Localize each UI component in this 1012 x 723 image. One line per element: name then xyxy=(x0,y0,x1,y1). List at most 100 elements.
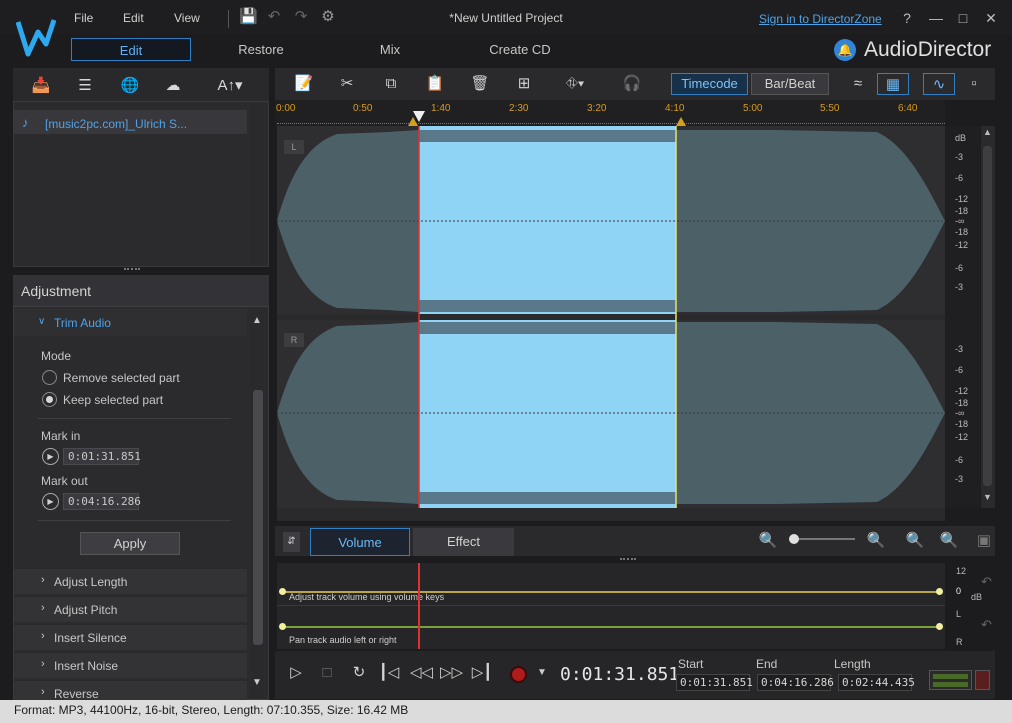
scroll-down-arrow-icon[interactable]: ▼ xyxy=(983,492,992,502)
section-adjust-pitch[interactable]: › Adjust Pitch xyxy=(14,596,247,622)
sort-text-icon[interactable]: A↑▾ xyxy=(213,76,247,96)
copy-icon[interactable]: ⧉ xyxy=(379,73,403,95)
section-reverse[interactable]: › Reverse xyxy=(14,680,247,700)
adjustment-title: Adjustment xyxy=(21,283,92,299)
scroll-down-arrow-icon[interactable]: ▼ xyxy=(252,677,262,688)
library-scrollbar[interactable] xyxy=(251,104,263,264)
playlist-icon[interactable]: ☰ xyxy=(72,76,98,96)
db-tick: -12 xyxy=(955,194,969,204)
close-button[interactable]: ✕ xyxy=(982,10,1000,26)
skip-to-start-icon[interactable]: ┃◁ xyxy=(378,662,400,684)
scroll-up-arrow-icon[interactable]: ▲ xyxy=(983,127,992,137)
playhead-handle[interactable] xyxy=(413,111,425,122)
repeat-icon[interactable]: ↻ xyxy=(348,662,370,684)
waveform-h-scrollbar[interactable] xyxy=(277,508,945,521)
length-time-field[interactable]: 0:02:44.435 xyxy=(838,674,915,691)
tab-mix[interactable]: Mix xyxy=(330,38,450,61)
barbeat-toggle[interactable]: Bar/Beat xyxy=(751,73,829,95)
import-media-icon[interactable]: 📥 xyxy=(28,76,54,96)
zoom-in-time-icon[interactable]: 🔍 xyxy=(864,530,888,552)
apply-button[interactable]: Apply xyxy=(80,532,180,555)
adjustment-scroll-thumb[interactable] xyxy=(253,390,263,645)
play-mark-in-icon[interactable]: ▶ xyxy=(42,448,59,465)
spectrum-icon[interactable]: ▫ xyxy=(958,73,990,95)
tab-volume[interactable]: Volume xyxy=(310,528,410,556)
cut-icon[interactable]: ✂ xyxy=(335,73,359,95)
listen-monitor-icon[interactable]: 🎧 xyxy=(617,73,647,95)
zoom-fit-icon[interactable]: ▣ xyxy=(972,530,996,552)
pan-scale-tick: R xyxy=(956,637,963,647)
stop-icon[interactable]: □ xyxy=(316,662,338,684)
waveform-area[interactable] xyxy=(277,126,945,508)
db-tick: -6 xyxy=(955,455,964,465)
ruler-tick: 0:00 xyxy=(276,103,296,114)
crop-icon[interactable]: ⊞ xyxy=(512,73,536,95)
mark-out-field[interactable]: 0:04:16.286 xyxy=(63,493,141,510)
globe-download-icon[interactable]: 🌐 xyxy=(117,76,143,96)
mark-in-field[interactable]: 0:01:31.851 xyxy=(63,448,141,465)
scroll-up-arrow-icon[interactable]: ▲ xyxy=(252,315,262,326)
chevron-right-icon: › xyxy=(41,574,45,586)
tab-restore[interactable]: Restore xyxy=(201,38,321,61)
zoom-out-amplitude-icon[interactable]: 🔍 xyxy=(903,530,927,552)
section-insert-silence[interactable]: › Insert Silence xyxy=(14,624,247,650)
save-icon[interactable]: 💾 xyxy=(239,8,258,26)
maximize-button[interactable]: □ xyxy=(954,10,972,26)
volume-key-end[interactable] xyxy=(936,588,943,595)
play-mark-out-icon[interactable]: ▶ xyxy=(42,493,59,510)
cloud-icon[interactable]: ☁ xyxy=(160,76,186,96)
reset-volume-icon[interactable]: ↶ xyxy=(981,574,992,590)
sign-in-link[interactable]: Sign in to DirectorZone xyxy=(759,12,882,26)
panel-resize-handle[interactable] xyxy=(620,558,636,561)
trim-audio-section-header[interactable] xyxy=(14,309,247,336)
radio-keep-selected-label[interactable]: Keep selected part xyxy=(63,393,163,407)
skip-to-end-icon[interactable]: ▷┃ xyxy=(471,662,493,684)
collapse-panel-icon[interactable]: ⇵ xyxy=(283,532,300,552)
zoom-slider-knob[interactable] xyxy=(789,534,799,544)
panel-resize-handle[interactable] xyxy=(124,268,140,272)
divider xyxy=(38,520,231,521)
fast-forward-icon[interactable]: ▷▷ xyxy=(440,662,463,684)
timecode-toggle[interactable]: Timecode xyxy=(671,73,748,95)
rewind-icon[interactable]: ◁◁ xyxy=(410,662,433,684)
help-button[interactable]: ? xyxy=(898,10,916,26)
tab-edit[interactable]: Edit xyxy=(71,38,191,61)
volume-key-start[interactable] xyxy=(279,588,286,595)
spectral-view-icon[interactable]: ▦ xyxy=(877,73,909,95)
menu-file[interactable]: File xyxy=(74,11,93,25)
end-time-field[interactable]: 0:04:16.286 xyxy=(757,674,834,691)
pan-key-end[interactable] xyxy=(936,623,943,630)
play-icon[interactable]: ▷ xyxy=(285,662,307,684)
menu-edit[interactable]: Edit xyxy=(123,11,144,25)
pan-envelope-line[interactable] xyxy=(282,626,940,628)
pan-key-start[interactable] xyxy=(279,623,286,630)
reset-pan-icon[interactable]: ↶ xyxy=(981,617,992,633)
radio-keep-selected[interactable] xyxy=(42,392,57,407)
marker-dropdown-icon[interactable]: ⛗▾ xyxy=(557,73,593,95)
tab-create-cd[interactable]: Create CD xyxy=(460,38,580,61)
notification-bell-icon[interactable]: 🔔 xyxy=(834,39,856,61)
edit-properties-icon[interactable]: 📝 xyxy=(292,73,316,95)
tab-effect[interactable]: Effect xyxy=(413,528,514,556)
delete-trash-icon[interactable]: 🗑 xyxy=(468,73,492,95)
section-insert-noise[interactable]: › Insert Noise xyxy=(14,652,247,678)
redo-icon[interactable]: ↷ xyxy=(292,8,310,26)
settings-gear-icon[interactable]: ⚙ xyxy=(319,8,337,26)
zoom-out-time-icon[interactable]: 🔍 xyxy=(756,530,780,552)
radio-remove-selected-label[interactable]: Remove selected part xyxy=(63,371,180,385)
v-scroll-thumb[interactable] xyxy=(983,146,992,486)
record-icon[interactable] xyxy=(510,666,527,683)
radio-remove-selected[interactable] xyxy=(42,370,57,385)
minimize-button[interactable]: — xyxy=(927,10,945,26)
single-wave-icon[interactable]: ∿ xyxy=(923,73,955,95)
waveform-view-icon[interactable]: ≈ xyxy=(844,73,872,95)
undo-icon[interactable]: ↶ xyxy=(265,8,283,26)
paste-icon[interactable]: 📋 xyxy=(423,73,447,95)
section-adjust-length[interactable]: › Adjust Length xyxy=(14,568,247,594)
mark-out-handle[interactable] xyxy=(676,117,686,126)
zoom-in-amplitude-icon[interactable]: 🔍 xyxy=(937,530,961,552)
menu-view[interactable]: View xyxy=(174,11,200,25)
record-options-dropdown-icon[interactable]: ▼ xyxy=(537,667,547,678)
start-time-field[interactable]: 0:01:31.851 xyxy=(676,674,753,691)
db-tick: -6 xyxy=(955,263,964,273)
